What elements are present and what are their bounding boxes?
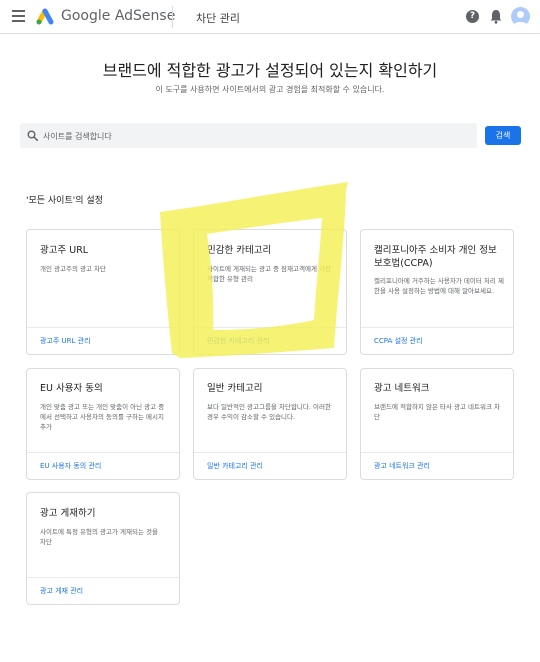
card-description: 사이트에 게재되는 광고 중 잠재고객에게 가장 적합한 유형 관리 [207,265,331,283]
card-description: 개인 맞춤 광고 또는 개인 맞춤이 아닌 광고 중에서 선택하고 사용자의 동… [40,403,165,431]
search-input[interactable]: 사이트를 검색합니다 [20,123,477,148]
card-title: 일반 카테고리 [207,383,263,394]
card-title: EU 사용자 동의 [40,383,103,394]
search-icon [27,130,38,141]
card-general-categories: 일반 카테고리 보다 일반적인 광고그룹을 차단합니다. 이러한 경우 수익이 … [193,368,347,480]
search-button[interactable]: 검색 [485,126,521,145]
card-description: 개인 광고주의 광고 차단 [40,265,106,273]
card-description: 보다 일반적인 광고그룹을 차단합니다. 이러한 경우 수익이 감소할 수 있습… [207,403,331,421]
sensitive-categories-manage-link[interactable]: 민감한 카테고리 관리 [207,336,269,346]
page-subtitle: 이 도구를 사용하면 사이트에서의 광고 경험을 최적화할 수 있습니다. [155,85,385,94]
card-sensitive-categories: 민감한 카테고리 사이트에 게재되는 광고 중 잠재고객에게 가장 적합한 유형… [193,229,347,355]
card-divider [27,327,179,328]
general-categories-manage-link[interactable]: 일반 카테고리 관리 [207,461,263,471]
brand-name: Google AdSense [61,8,176,24]
header-divider [172,6,173,28]
card-description: 캘리포니아에 거주하는 사용자가 데이터 처리 제한을 사용 설정하는 방법에 … [374,277,504,295]
page-name: 차단 관리 [196,12,240,25]
ad-networks-manage-link[interactable]: 광고 네트워크 관리 [374,461,430,471]
card-ad-serving: 광고 게재하기 사이트에 특정 유형의 광고가 게재되는 것을 차단 광고 게재… [26,492,180,605]
card-title: 광고 네트워크 [374,383,430,394]
top-app-bar: Google AdSense 차단 관리 ? [0,0,540,34]
card-title: 민감한 카테고리 [207,245,272,256]
card-title: 광고 게재하기 [40,508,96,519]
card-ad-networks: 광고 네트워크 브랜드에 적합하지 않은 타사 광고 네트워크 차단 광고 네트… [360,368,514,480]
section-title: '모든 사이트'의 설정 [26,196,103,206]
card-title: 캘리포니아주 소비자 개인 정보 보호법(CCPA) [374,245,497,269]
search-placeholder: 사이트를 검색합니다 [43,132,112,141]
ad-serving-manage-link[interactable]: 광고 게재 관리 [40,586,83,596]
card-description: 브랜드에 적합하지 않은 타사 광고 네트워크 차단 [374,403,501,421]
card-divider [27,452,179,453]
advertiser-url-manage-link[interactable]: 광고주 URL 관리 [40,336,91,346]
ccpa-manage-link[interactable]: CCPA 설정 관리 [374,336,423,346]
card-ccpa: 캘리포니아주 소비자 개인 정보 보호법(CCPA) 캘리포니아에 거주하는 사… [360,229,514,355]
eu-consent-manage-link[interactable]: EU 사용자 동의 관리 [40,461,101,471]
page-title: 브랜드에 적합한 광고가 설정되어 있는지 확인하기 [102,61,438,80]
card-title: 광고주 URL [40,245,89,256]
card-divider [361,327,513,328]
adsense-logo [36,8,54,25]
menu-icon[interactable] [12,10,25,22]
card-divider [194,327,346,328]
card-divider [194,452,346,453]
help-icon[interactable]: ? [466,10,479,23]
avatar-icon [513,11,528,26]
avatar[interactable] [511,7,530,26]
card-advertiser-url: 광고주 URL 개인 광고주의 광고 차단 광고주 URL 관리 [26,229,180,355]
notifications-icon[interactable] [490,9,502,24]
card-divider [361,452,513,453]
card-eu-consent: EU 사용자 동의 개인 맞춤 광고 또는 개인 맞춤이 아닌 광고 중에서 선… [26,368,180,480]
card-divider [27,577,179,578]
card-description: 사이트에 특정 유형의 광고가 게재되는 것을 차단 [40,528,158,546]
